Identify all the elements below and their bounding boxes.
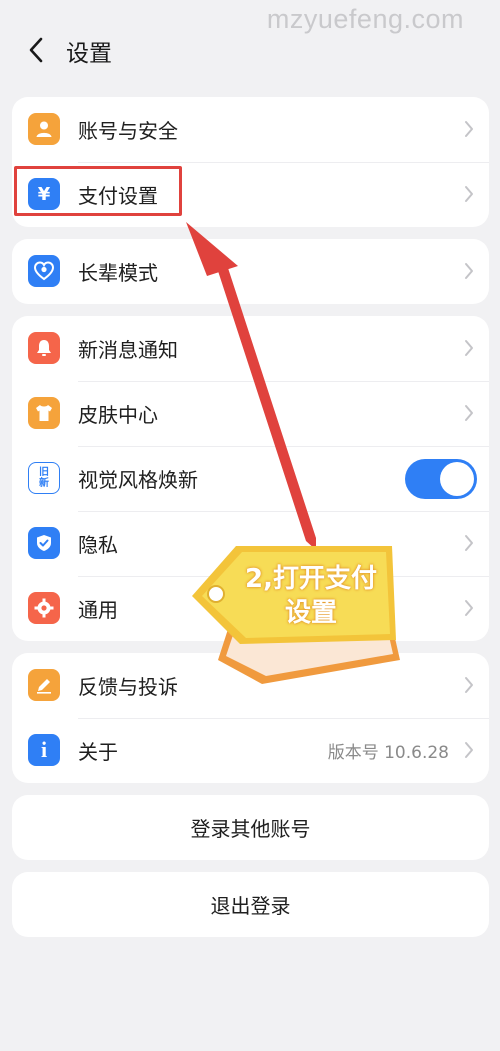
settings-row-elder-mode[interactable]: 长辈模式 [12, 239, 489, 304]
chevron-left-icon [29, 37, 43, 63]
chevron-right-icon [465, 405, 473, 421]
row-label: 视觉风格焕新 [78, 468, 198, 492]
version-text: 版本号 10.6.28 [327, 743, 449, 763]
visual-style-toggle[interactable] [405, 459, 477, 499]
switch-account-button[interactable]: 登录其他账号 [12, 795, 489, 860]
chevron-right-icon [465, 535, 473, 551]
chevron-right-icon [465, 186, 473, 202]
row-label: 长辈模式 [78, 261, 158, 285]
chevron-right-icon [465, 600, 473, 616]
row-label: 反馈与投诉 [78, 675, 178, 699]
shirt-icon [28, 397, 60, 429]
page-title: 设置 [66, 41, 112, 67]
settings-row-skin-center[interactable]: 皮肤中心 [12, 381, 489, 446]
chevron-right-icon [465, 742, 473, 758]
annotation-tag: 2,打开支付 设置 [236, 562, 386, 630]
settings-group-about: 反馈与投诉 i 关于 版本号 10.6.28 [12, 653, 489, 783]
chevron-right-icon [465, 121, 473, 137]
settings-group-elder: 长辈模式 [12, 239, 489, 304]
info-icon: i [28, 734, 60, 766]
bell-icon [28, 332, 60, 364]
heart-icon [28, 255, 60, 287]
settings-row-about[interactable]: i 关于 版本号 10.6.28 [12, 718, 489, 783]
row-label: 关于 [78, 740, 118, 764]
pencil-icon [28, 669, 60, 701]
settings-row-notifications[interactable]: 新消息通知 [12, 316, 489, 381]
highlight-box [14, 166, 182, 216]
tag-line-2: 设置 [284, 598, 337, 628]
chevron-right-icon [465, 263, 473, 279]
person-icon [28, 113, 60, 145]
top-bar: 设置 [0, 30, 500, 70]
settings-row-feedback[interactable]: 反馈与投诉 [12, 653, 489, 718]
row-label: 新消息通知 [78, 338, 178, 362]
chevron-right-icon [465, 340, 473, 356]
row-label: 隐私 [78, 533, 118, 557]
gear-icon [28, 592, 60, 624]
settings-row-visual-style[interactable]: 旧新 视觉风格焕新 [12, 446, 489, 511]
logout-button[interactable]: 退出登录 [12, 872, 489, 937]
shield-icon [28, 527, 60, 559]
toggle-knob [440, 462, 474, 496]
back-button[interactable] [18, 32, 54, 68]
refresh-style-icon: 旧新 [28, 462, 60, 494]
row-label: 账号与安全 [78, 119, 178, 143]
row-label: 通用 [78, 598, 118, 622]
tag-line-1: 2,打开支付 [245, 564, 377, 594]
row-label: 皮肤中心 [78, 403, 158, 427]
settings-row-account-security[interactable]: 账号与安全 [12, 97, 489, 162]
chevron-right-icon [465, 677, 473, 693]
